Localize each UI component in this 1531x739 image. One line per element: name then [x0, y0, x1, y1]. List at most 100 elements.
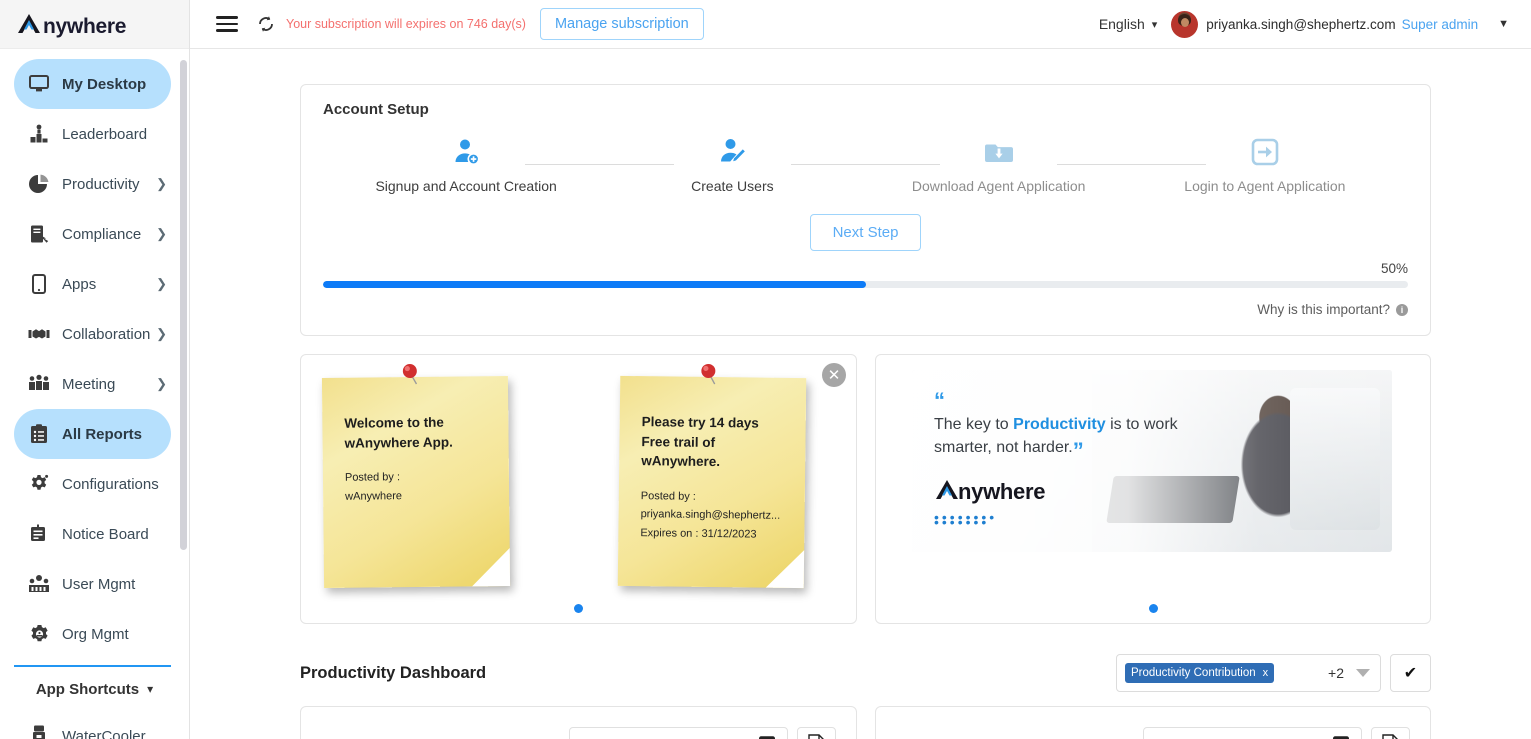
setup-progress-bar	[323, 281, 1408, 288]
sidebar-item-user-mgmt[interactable]: User Mgmt	[14, 559, 171, 609]
account-setup-steps: Signup and Account Creation Create Users	[323, 136, 1408, 194]
open-quote-icon: “	[934, 388, 945, 413]
check-icon: ✔	[1403, 665, 1418, 682]
close-icon[interactable]: ✕	[822, 363, 846, 387]
sidebar-item-label: Compliance	[62, 225, 142, 243]
why-important-label: Why is this important?	[1257, 302, 1390, 317]
widget-multiselect[interactable]: Productivity Contribution x +2	[1116, 654, 1381, 692]
sidebar-item-configurations[interactable]: Configurations	[14, 459, 171, 509]
setup-progress-fill	[323, 281, 866, 288]
setup-step-label: Download Agent Application	[911, 178, 1086, 194]
banner-logo: nywhere	[934, 475, 1234, 505]
info-icon: i	[1396, 304, 1408, 316]
chart-card-total-idle-time: Total Idle Time 11/09/2023 - 11/15/2023	[874, 706, 1431, 739]
chip-remove-icon[interactable]: x	[1263, 667, 1269, 679]
sidebar-item-label: Apps	[62, 275, 97, 293]
language-selector[interactable]: English ▾	[1099, 16, 1157, 32]
calendar-icon	[1333, 735, 1349, 739]
sidebar-item-my-desktop[interactable]: My Desktop	[14, 59, 171, 109]
page-title: Productivity Dashboard	[300, 663, 487, 682]
chart-card-productivity-contribution: Productivity Contribution 11/09/2023 - 1…	[300, 706, 857, 739]
brand-name: nywhere	[43, 15, 127, 38]
sidebar-item-org-mgmt[interactable]: Org Mgmt	[14, 609, 171, 659]
setup-step-create-users[interactable]: Create Users	[599, 136, 941, 194]
sidebar-item-apps[interactable]: Apps ❯	[14, 259, 171, 309]
sidebar-item-notice-board[interactable]: Notice Board	[14, 509, 171, 559]
main-area: Your subscription will expires on 746 da…	[190, 0, 1531, 739]
next-step-button[interactable]: Next Step	[809, 214, 922, 251]
note-posted-by: priyanka.singh@shephertz...	[640, 508, 781, 523]
sidebar-item-collaboration[interactable]: Collaboration ❯	[14, 309, 171, 359]
sidebar-item-label: Org Mgmt	[62, 625, 129, 643]
chevron-right-icon: ❯	[156, 226, 167, 241]
apply-selection-button[interactable]: ✔	[1390, 654, 1431, 692]
note-posted-by-label: Posted by :	[640, 489, 696, 503]
app-shortcuts-toggle[interactable]: App Shortcuts ▾	[0, 667, 189, 711]
setup-step-signup[interactable]: Signup and Account Creation	[333, 136, 674, 194]
sidebar-item-productivity[interactable]: Productivity ❯	[14, 159, 171, 209]
login-arrow-icon	[1132, 136, 1398, 168]
org-gear-icon	[26, 622, 52, 646]
dashboard-header: Productivity Dashboard Productivity Cont…	[300, 654, 1431, 692]
banner-content: “ The key to Productivity is to work sma…	[934, 390, 1234, 530]
avatar[interactable]	[1171, 10, 1199, 38]
carousel-dot[interactable]	[574, 604, 583, 613]
pie-chart-icon	[26, 172, 52, 196]
setup-step-login-agent[interactable]: Login to Agent Application	[1132, 136, 1398, 194]
why-important-link[interactable]: Why is this important? i	[323, 302, 1408, 317]
chart-header: Productivity Contribution 11/09/2023 - 1…	[321, 727, 836, 739]
excel-export-icon: x	[1382, 733, 1399, 739]
chevron-down-icon[interactable]	[1356, 669, 1370, 677]
chevron-right-icon: ❯	[156, 276, 167, 291]
chevron-right-icon: ❯	[156, 376, 167, 391]
date-range-picker[interactable]: 11/09/2023 - 11/15/2023	[1143, 727, 1362, 739]
promo-banner-image: “ The key to Productivity is to work sma…	[912, 370, 1392, 552]
users-icon	[26, 572, 52, 596]
hamburger-icon[interactable]	[216, 12, 238, 36]
setup-step-label: Signup and Account Creation	[375, 178, 557, 194]
note-meta: Posted by : priyanka.singh@shephertz... …	[640, 487, 789, 545]
sidebar: nywhere My Desktop Leaderboard Productiv…	[0, 0, 190, 739]
banner-quote-part-a: The key to	[934, 416, 1014, 433]
sidebar-item-meeting[interactable]: Meeting ❯	[14, 359, 171, 409]
pin-icon	[398, 363, 424, 397]
sticky-note[interactable]: Welcome to the wAnywhere App. Posted by …	[321, 364, 511, 588]
sidebar-item-compliance[interactable]: Compliance ❯	[14, 209, 171, 259]
productivity-dashboard-section: Productivity Dashboard Productivity Cont…	[190, 654, 1531, 739]
sidebar-item-label: User Mgmt	[62, 575, 136, 593]
banner-quote-highlight: Productivity	[1013, 416, 1106, 433]
carousel-dot[interactable]	[1148, 604, 1158, 613]
sidebar-item-all-reports[interactable]: All Reports	[14, 409, 171, 459]
setup-step-download-agent[interactable]: Download Agent Application	[866, 136, 1207, 194]
excel-export-button[interactable]: x	[796, 727, 836, 739]
sidebar-scrollbar[interactable]	[180, 60, 187, 550]
sidebar-item-label: My Desktop	[62, 75, 147, 93]
subscription-warning: Your subscription will expires on 746 da…	[286, 17, 526, 31]
sidebar-nav: My Desktop Leaderboard Productivity ❯ Co…	[0, 49, 189, 739]
promo-banner-card: “ The key to Productivity is to work sma…	[875, 354, 1431, 624]
app-shortcuts-label: App Shortcuts	[35, 680, 140, 698]
selected-widget-chip[interactable]: Productivity Contribution x	[1125, 663, 1275, 683]
sidebar-item-watercooler[interactable]: WaterCooler	[14, 711, 171, 739]
chip-label: Productivity Contribution	[1131, 667, 1256, 679]
anywhere-logo-icon	[16, 12, 42, 36]
excel-export-button[interactable]: x	[1371, 727, 1410, 739]
dashboard-controls: Productivity Contribution x +2 ✔	[1116, 654, 1431, 692]
account-setup-card: Account Setup Signup and Account Creatio…	[300, 84, 1431, 336]
user-menu-caret-icon[interactable]: ▼	[1498, 18, 1509, 30]
chart-controls: 11/09/2023 - 11/15/2023 x	[1143, 727, 1410, 739]
setup-step-label: Create Users	[691, 178, 774, 194]
page-content: Account Setup Signup and Account Creatio…	[190, 49, 1531, 739]
manage-subscription-button[interactable]: Manage subscription	[539, 8, 704, 40]
sidebar-item-label: Leaderboard	[62, 125, 148, 143]
chevron-right-icon: ❯	[156, 176, 167, 191]
sync-icon[interactable]	[256, 14, 276, 34]
progress-percent-label: 50%	[1380, 261, 1408, 276]
note-meta: Posted by : wAnywhere	[345, 467, 493, 506]
sticky-note[interactable]: Please try 14 days Free trail of wAnywhe…	[617, 363, 807, 589]
user-role[interactable]: Super admin	[1402, 17, 1479, 32]
chevron-down-icon: ▾	[147, 682, 154, 696]
sidebar-item-leaderboard[interactable]: Leaderboard	[14, 109, 171, 159]
brand-logo[interactable]: nywhere	[0, 0, 189, 49]
date-range-picker[interactable]: 11/09/2023 - 11/15/2023	[568, 727, 788, 739]
